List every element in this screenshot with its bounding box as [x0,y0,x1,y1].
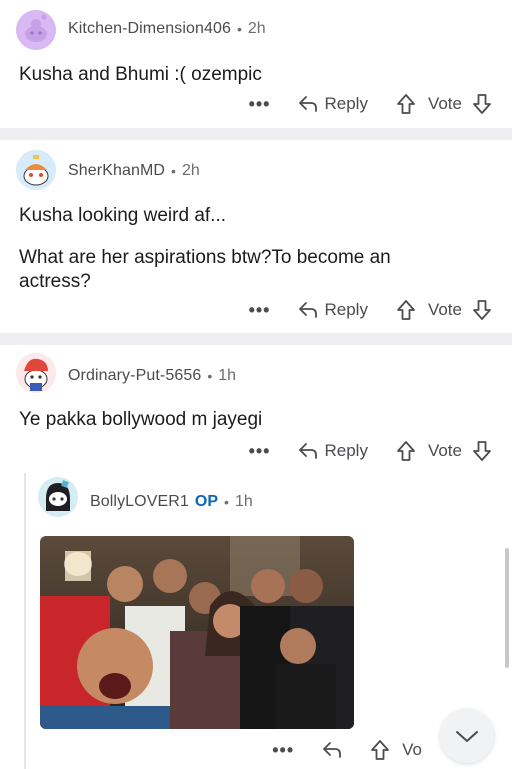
vote-label: Vote [427,441,462,460]
reply-label: Reply [324,441,368,460]
scrollbar[interactable] [505,548,509,668]
vote-label: Vote [427,94,462,113]
reply-arrow-icon [299,443,318,459]
snoo-avatar-icon [16,10,56,50]
comment-text: actress? [19,271,91,292]
timestamp: 1h [234,493,253,510]
reply-arrow-icon [323,742,342,758]
upvote-icon[interactable] [370,739,390,761]
reply-button[interactable]: Reply [298,441,368,461]
reply-label: Reply [324,300,368,319]
comment-divider [0,333,512,345]
avatar[interactable] [16,10,56,50]
vote-controls: Vo [370,739,432,761]
username[interactable]: Ordinary-Put-5656 [68,367,201,385]
upvote-icon[interactable] [396,93,416,115]
more-options-button[interactable]: ••• [272,740,294,761]
username[interactable]: BollyLOVER1 [90,493,189,511]
reply-arrow-icon [299,302,318,318]
snoo-avatar-icon [16,353,56,393]
timestamp: 1h [218,367,237,384]
collapse-button[interactable] [440,709,494,763]
snoo-avatar-icon [16,150,56,190]
separator-dot: • [207,368,213,384]
group-selfie-photo[interactable] [40,536,354,729]
reply-label: Reply [324,94,368,113]
separator-dot: • [171,163,176,179]
more-options-button[interactable]: ••• [249,300,271,321]
vote-controls: Vote [396,440,492,462]
vote-controls: Vote [396,93,492,115]
avatar[interactable] [38,477,78,517]
vote-controls: Vote [396,299,492,321]
reply-button[interactable] [322,741,342,759]
upvote-icon[interactable] [396,299,416,321]
thread-line[interactable] [24,473,26,769]
comment-1: Kitchen-Dimension406 • 2h Kusha and Bhum… [0,0,512,128]
timestamp: 2h [247,20,266,37]
comment-2: SherKhanMD • 2h Kusha looking weird af..… [0,140,512,333]
comment-divider [0,128,512,140]
chevron-down-icon [456,731,478,742]
snoo-avatar-icon [38,477,78,517]
comment-text: What are her aspirations btw?To become a… [19,247,391,268]
downvote-icon[interactable] [472,299,492,321]
reply-arrow-icon [299,96,318,112]
downvote-icon[interactable] [472,93,492,115]
more-options-button[interactable]: ••• [249,94,271,115]
avatar[interactable] [16,353,56,393]
op-badge: OP [194,493,219,510]
photo-image [40,536,354,729]
more-options-button[interactable]: ••• [249,441,271,462]
username[interactable]: Kitchen-Dimension406 [68,20,231,38]
vote-label: Vo [402,740,422,759]
downvote-icon[interactable] [472,440,492,462]
comment-text: Kusha and Bhumi :( ozempic [19,64,262,85]
reply-button[interactable]: Reply [298,300,368,320]
username[interactable]: SherKhanMD [68,162,165,180]
separator-dot: • [224,494,229,510]
comment-text: Kusha looking weird af... [19,205,227,226]
avatar[interactable] [16,150,56,190]
timestamp: 2h [181,162,200,179]
upvote-icon[interactable] [396,440,416,462]
vote-label: Vote [427,300,462,319]
comment-text: Ye pakka bollywood m jayegi [19,409,263,430]
reply-button[interactable]: Reply [298,94,368,114]
separator-dot: • [236,21,242,37]
